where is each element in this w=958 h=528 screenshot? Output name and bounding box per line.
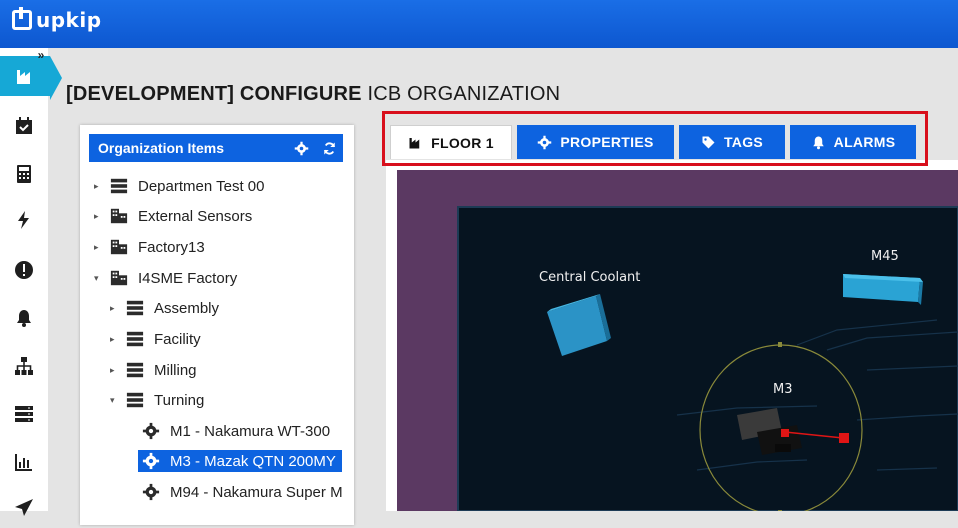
machine-label: M3 bbox=[773, 382, 793, 397]
gear-icon bbox=[294, 141, 308, 155]
calendar-icon bbox=[16, 117, 32, 134]
expand-sidebar-button[interactable]: » bbox=[34, 48, 48, 62]
tree-item-machine[interactable]: M94 - Nakamura Super M bbox=[142, 480, 343, 504]
organization-header-title: Organization Items bbox=[98, 140, 225, 156]
sidebar-item-servers[interactable] bbox=[0, 394, 48, 434]
server-icon bbox=[15, 406, 33, 422]
sidebar-item-send[interactable] bbox=[0, 488, 48, 528]
tree-item-label: Facility bbox=[154, 330, 201, 348]
gear-icon bbox=[142, 483, 160, 501]
bell-icon bbox=[17, 310, 31, 327]
tree-item[interactable]: ▸ Assembly bbox=[110, 296, 219, 320]
calculator-icon bbox=[17, 165, 31, 183]
gear-icon bbox=[142, 422, 160, 440]
factory-icon bbox=[17, 70, 30, 84]
top-bar: upkip bbox=[0, 0, 958, 48]
tree-item[interactable]: ▸ Facility bbox=[110, 327, 201, 351]
expand-caret[interactable]: ▸ bbox=[110, 365, 120, 376]
tree-item-label: M94 - Nakamura Super M bbox=[170, 483, 343, 501]
server-icon bbox=[126, 361, 144, 379]
sidebar-item-factory[interactable] bbox=[0, 56, 62, 100]
tree-item[interactable]: ▸ External Sensors bbox=[94, 204, 252, 228]
bolt-icon bbox=[18, 211, 29, 229]
settings-button[interactable] bbox=[287, 134, 315, 162]
sidebar-item-calendar[interactable] bbox=[0, 106, 48, 146]
tree-item-label: Turning bbox=[154, 391, 205, 409]
tree-item-label: Assembly bbox=[154, 299, 220, 317]
collapse-caret[interactable]: ▾ bbox=[110, 395, 120, 406]
send-icon bbox=[15, 499, 33, 516]
server-icon bbox=[126, 299, 144, 317]
building-icon bbox=[110, 269, 128, 287]
server-icon bbox=[126, 391, 144, 409]
tabs-highlight-frame bbox=[382, 111, 928, 166]
building-icon bbox=[110, 238, 128, 256]
chart-icon bbox=[15, 454, 32, 471]
server-icon bbox=[126, 330, 144, 348]
page-title-rest: ICB ORGANIZATION bbox=[367, 83, 561, 105]
tree-item[interactable]: ▸ Milling bbox=[110, 358, 197, 382]
tree-item-label: Departmen Test 00 bbox=[138, 177, 265, 195]
tree-item-label: M3 - Mazak QTN 200MY bbox=[170, 452, 336, 470]
tree-item-label: External Sensors bbox=[138, 207, 253, 225]
tree-item[interactable]: ▾ I4SME Factory bbox=[94, 266, 237, 290]
tree-item[interactable]: ▾ Turning bbox=[110, 388, 204, 412]
sitemap-icon bbox=[15, 357, 33, 375]
expand-caret[interactable]: ▸ bbox=[94, 242, 104, 253]
building-icon bbox=[110, 207, 128, 225]
sidebar-item-reports[interactable] bbox=[0, 442, 48, 482]
floor-3d-view[interactable]: Central Coolant M45 M3 bbox=[397, 170, 958, 511]
sidebar bbox=[0, 48, 62, 516]
app-logo[interactable]: upkip bbox=[12, 7, 102, 32]
sidebar-item-energy[interactable] bbox=[0, 200, 48, 240]
selected-item-highlight[interactable]: M3 - Mazak QTN 200MY bbox=[138, 450, 342, 472]
tree-item-machine-selected[interactable]: M3 - Mazak QTN 200MY bbox=[138, 449, 342, 473]
tree-item-label: Milling bbox=[154, 361, 197, 379]
logo-text: upkip bbox=[36, 8, 102, 32]
server-icon bbox=[110, 177, 128, 195]
expand-caret[interactable]: ▸ bbox=[94, 181, 104, 192]
machine-label: M45 bbox=[871, 249, 899, 264]
tree-item-label: Factory13 bbox=[138, 238, 205, 256]
refresh-button[interactable] bbox=[315, 134, 343, 162]
sidebar-item-organization[interactable] bbox=[0, 346, 48, 386]
collapse-caret[interactable]: ▾ bbox=[94, 273, 104, 284]
gear-icon bbox=[142, 452, 160, 470]
expand-caret[interactable]: ▸ bbox=[110, 303, 120, 314]
sidebar-item-notifications[interactable] bbox=[0, 298, 48, 338]
page-title: [DEVELOPMENT] CONFIGURE ICB ORGANIZATION bbox=[66, 83, 560, 106]
organization-header: Organization Items bbox=[89, 134, 343, 162]
sidebar-item-calculator[interactable] bbox=[0, 154, 48, 194]
expand-caret[interactable]: ▸ bbox=[94, 211, 104, 222]
alert-icon bbox=[15, 261, 33, 279]
tree-item-label: I4SME Factory bbox=[138, 269, 238, 287]
floor-scene bbox=[457, 206, 958, 511]
tree-item[interactable]: ▸ Departmen Test 00 bbox=[94, 174, 264, 198]
organization-panel: Organization Items ▸ Departmen Test 00 ▸… bbox=[80, 125, 354, 525]
page-title-bold: [DEVELOPMENT] CONFIGURE bbox=[66, 83, 362, 105]
tree-item-machine[interactable]: M1 - Nakamura WT-300 bbox=[142, 419, 330, 443]
refresh-icon bbox=[323, 141, 335, 155]
tree-item-label: M1 - Nakamura WT-300 bbox=[170, 422, 331, 440]
tree-item[interactable]: ▸ Factory13 bbox=[94, 235, 205, 259]
machine-label: Central Coolant bbox=[539, 270, 641, 285]
sidebar-item-alerts[interactable] bbox=[0, 250, 48, 290]
logo-icon bbox=[12, 7, 32, 30]
expand-caret[interactable]: ▸ bbox=[110, 334, 120, 345]
